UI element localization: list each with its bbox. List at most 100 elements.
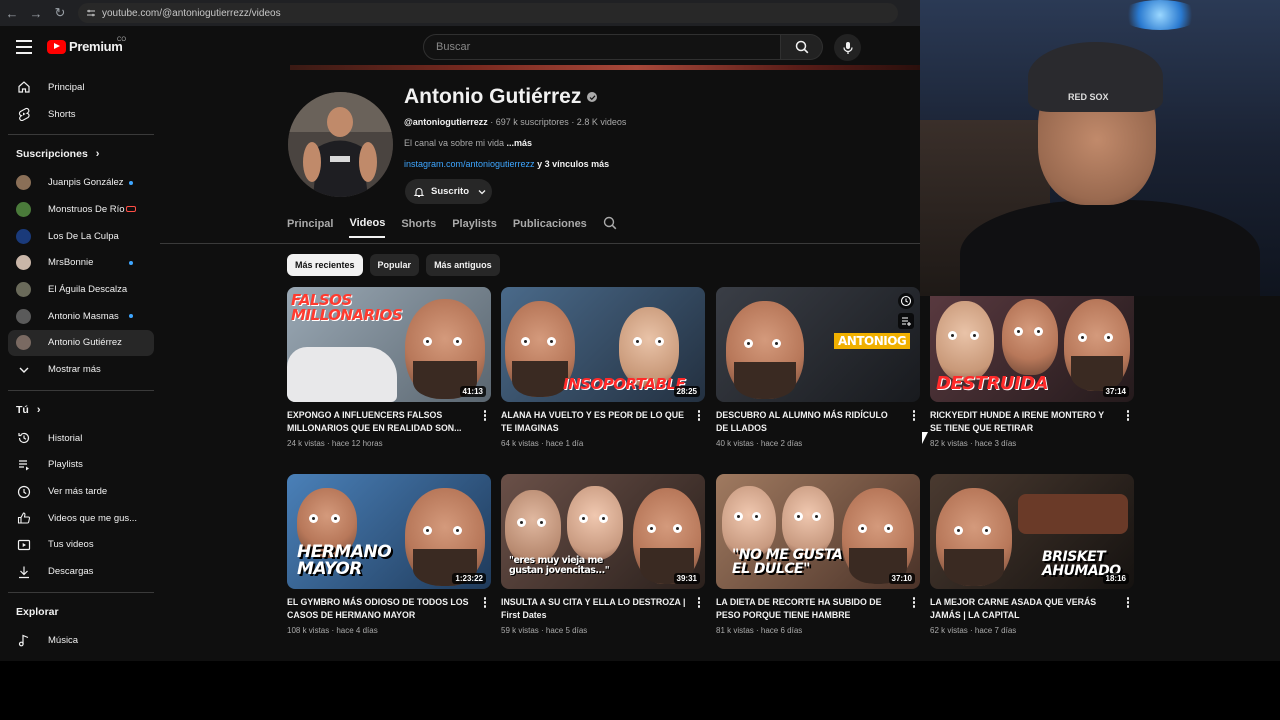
description-more[interactable]: ...más — [507, 138, 533, 148]
more-links[interactable]: y 3 vínculos más — [535, 159, 609, 169]
search-button[interactable] — [781, 34, 823, 60]
video-title[interactable]: ALANA HA VUELTO Y ES PEOR DE LO QUE TE I… — [501, 409, 705, 435]
video-meta: 81 k vistas · hace 6 días — [716, 626, 803, 635]
video-thumbnail[interactable]: HERMANO MAYOR 1:23:22 — [287, 474, 491, 589]
sidebar-item-music[interactable]: Música — [8, 627, 154, 654]
show-more-button[interactable]: Mostrar más — [8, 356, 154, 383]
video-title[interactable]: EXPONGO A INFLUENCERS FALSOS MILLONARIOS… — [287, 409, 491, 435]
video-card[interactable]: "eres muy vieja me gustan jovencitas..."… — [501, 474, 705, 635]
video-title[interactable]: EL GYMBRO MÁS ODIOSO DE TODOS LOS CASOS … — [287, 596, 491, 622]
more-options-icon[interactable] — [1126, 410, 1130, 422]
face-shape — [782, 486, 834, 556]
reload-icon[interactable]: ↻ — [48, 1, 72, 25]
channel-tabs: Principal Videos Shorts Playlists Public… — [287, 216, 633, 238]
forward-icon[interactable]: → — [24, 1, 48, 25]
channel-name-text: Antonio Gutiérrez — [404, 85, 582, 108]
address-bar[interactable]: youtube.com/@antoniogutierrezz/videos — [78, 3, 898, 23]
site-info-icon[interactable] — [86, 8, 96, 18]
sidebar-item-principal[interactable]: Principal — [8, 74, 154, 101]
more-options-icon[interactable] — [912, 410, 916, 422]
tab-videos[interactable]: Videos — [349, 217, 386, 238]
video-thumbnail[interactable]: FALSOS MILLONARIOS 41:13 — [287, 287, 491, 402]
more-options-icon[interactable] — [697, 410, 701, 422]
sidebar-item-subscription[interactable]: Monstruos De Río — [8, 196, 154, 223]
menu-icon[interactable] — [16, 40, 32, 58]
chip-most-recent[interactable]: Más recientes — [287, 254, 363, 276]
channel-description[interactable]: El canal va sobre mi vida ...más — [404, 138, 532, 148]
face-shape — [842, 488, 914, 584]
video-title[interactable]: RICKYEDIT HUNDE A IRENE MONTERO Y SE TIE… — [930, 409, 1134, 435]
video-card[interactable]: "NO ME GUSTA EL DULCE" 37:10 LA DIETA DE… — [716, 474, 920, 635]
video-card[interactable]: ANTONIOG DESCUBRO AL ALUMNO MÁS RIDÍCULO… — [716, 287, 920, 448]
sidebar-item-subscription[interactable]: El Águila Descalza — [8, 276, 154, 303]
add-to-queue-icon[interactable] — [898, 313, 914, 329]
back-icon[interactable]: ← — [0, 1, 24, 25]
video-card[interactable]: INSOPORTABLE 28:25 ALANA HA VUELTO Y ES … — [501, 287, 705, 448]
video-duration: 41:13 — [459, 386, 486, 397]
video-card[interactable]: FALSOS MILLONARIOS 41:13 EXPONGO A INFLU… — [287, 287, 491, 448]
voice-search-button[interactable] — [834, 34, 861, 61]
sidebar-item-subscription[interactable]: MrsBonnie — [8, 249, 154, 276]
live-icon — [126, 206, 136, 213]
more-options-icon[interactable] — [697, 597, 701, 609]
video-thumbnail[interactable]: INSOPORTABLE 28:25 — [501, 287, 705, 402]
sidebar-item-subscription-active[interactable]: Antonio Gutiérrez — [8, 329, 154, 357]
more-options-icon[interactable] — [912, 597, 916, 609]
sidebar-item-playlists[interactable]: Playlists — [8, 452, 154, 479]
tab-principal[interactable]: Principal — [287, 218, 333, 237]
subscriptions-heading[interactable]: Suscripciones › — [8, 139, 154, 169]
sidebar-item-subscription[interactable]: Los De La Culpa — [8, 223, 154, 250]
face-shape — [936, 301, 994, 381]
video-views: 24 k vistas — [287, 439, 325, 448]
tab-publicaciones[interactable]: Publicaciones — [513, 218, 587, 237]
chip-oldest[interactable]: Más antiguos — [426, 254, 500, 276]
video-thumbnail[interactable]: ANTONIOG — [716, 287, 920, 402]
you-heading[interactable]: Tú › — [8, 395, 154, 425]
video-thumbnail[interactable]: "eres muy vieja me gustan jovencitas..."… — [501, 474, 705, 589]
sidebar-item-label: Videos que me gus... — [48, 512, 138, 524]
channel-search-icon[interactable] — [603, 216, 617, 238]
search-input[interactable] — [423, 34, 781, 60]
subscribed-button[interactable]: Suscrito — [405, 179, 492, 204]
video-title[interactable]: DESCUBRO AL ALUMNO MÁS RIDÍCULO DE LLADO… — [716, 409, 920, 435]
video-title[interactable]: INSULTA A SU CITA Y ELLA LO DESTROZA | F… — [501, 596, 705, 622]
more-options-icon[interactable] — [483, 410, 487, 422]
explore-heading-label: Explorar — [16, 606, 59, 618]
sidebar-item-downloads[interactable]: Descargas — [8, 558, 154, 585]
video-title[interactable]: LA DIETA DE RECORTE HA SUBIDO DE PESO PO… — [716, 596, 920, 622]
face-shape — [567, 486, 623, 560]
sidebar-item-watch-later[interactable]: Ver más tarde — [8, 478, 154, 505]
watch-later-icon[interactable] — [898, 293, 914, 309]
channel-link[interactable]: instagram.com/antoniogutierrezz — [404, 159, 535, 169]
video-meta: 64 k vistas · hace 1 día — [501, 439, 584, 448]
tab-shorts[interactable]: Shorts — [401, 218, 436, 237]
video-duration: 37:10 — [888, 573, 915, 584]
face-shape — [633, 488, 701, 584]
sidebar-item-history[interactable]: Historial — [8, 425, 154, 452]
sidebar-item-shorts[interactable]: Shorts — [8, 101, 154, 128]
video-title[interactable]: LA MEJOR CARNE ASADA QUE VERÁS JAMÁS | L… — [930, 596, 1134, 622]
more-options-icon[interactable] — [483, 597, 487, 609]
video-card[interactable]: HERMANO MAYOR 1:23:22 EL GYMBRO MÁS ODIO… — [287, 474, 491, 635]
sidebar-item-subscription[interactable]: Juanpis González — [8, 169, 154, 196]
video-card[interactable]: BRISKET AHUMADO 18:16 LA MEJOR CARNE ASA… — [930, 474, 1134, 635]
channel-avatar[interactable] — [288, 92, 393, 197]
sidebar-item-liked-videos[interactable]: Videos que me gus... — [8, 505, 154, 532]
video-thumbnail[interactable]: DESTRUIDA 37:14 — [930, 287, 1134, 402]
url-text[interactable]: youtube.com/@antoniogutierrezz/videos — [102, 8, 281, 19]
youtube-logo[interactable]: Premium CO — [47, 37, 126, 54]
download-icon — [16, 564, 32, 580]
sidebar-item-your-videos[interactable]: Tus videos — [8, 532, 154, 559]
video-thumbnail[interactable]: BRISKET AHUMADO 18:16 — [930, 474, 1134, 589]
watch-later-icon — [16, 484, 32, 500]
video-card[interactable]: DESTRUIDA 37:14 RICKYEDIT HUNDE A IRENE … — [930, 287, 1134, 448]
sidebar-item-label: Shorts — [48, 108, 76, 120]
chip-popular[interactable]: Popular — [369, 254, 420, 276]
face-shape — [405, 299, 485, 399]
video-thumbnail[interactable]: "NO ME GUSTA EL DULCE" 37:10 — [716, 474, 920, 589]
sidebar-item-label: Ver más tarde — [48, 486, 108, 498]
tab-playlists[interactable]: Playlists — [452, 218, 497, 237]
sidebar-item-label: El Águila Descalza — [48, 283, 128, 295]
sidebar-item-subscription[interactable]: Antonio Masmas — [8, 303, 154, 330]
more-options-icon[interactable] — [1126, 597, 1130, 609]
